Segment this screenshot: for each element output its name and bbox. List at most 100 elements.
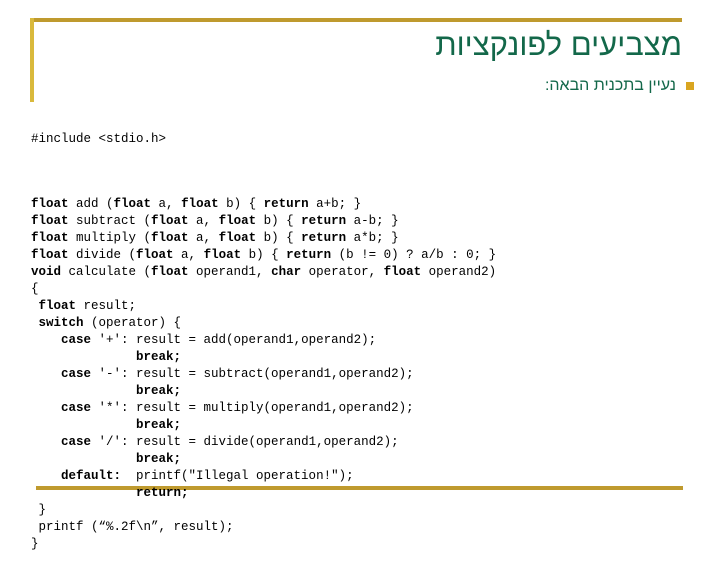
code-text: result; bbox=[76, 299, 137, 313]
slide-canvas: מצביעים לפונקציות נעיין בתכנית הבאה: #in… bbox=[0, 0, 720, 551]
code-line: default: printf("Illegal operation!"); bbox=[31, 468, 496, 485]
code-text: b) { bbox=[256, 231, 302, 245]
code-line: float divide (float a, float b) { return… bbox=[31, 247, 496, 264]
code-line: float multiply (float a, float b) { retu… bbox=[31, 230, 496, 247]
code-text: } bbox=[31, 503, 47, 517]
code-keyword: float bbox=[151, 265, 189, 279]
code-line: } bbox=[31, 502, 496, 519]
code-line: printf (“%.2f\n”, result); bbox=[31, 519, 496, 536]
code-line: case '/': result = divide(operand1,opera… bbox=[31, 434, 496, 451]
code-line: break; bbox=[31, 383, 496, 400]
code-keyword: break; bbox=[136, 418, 182, 432]
code-line: switch (operator) { bbox=[31, 315, 496, 332]
code-keyword: float bbox=[113, 197, 152, 211]
code-include-line: #include <stdio.h> bbox=[31, 132, 167, 146]
code-text: (operator) { bbox=[83, 316, 182, 330]
code-text: } bbox=[31, 537, 39, 551]
code-line: { bbox=[31, 281, 496, 298]
code-keyword: float bbox=[383, 265, 422, 279]
code-keyword: float bbox=[151, 231, 189, 245]
code-keyword: case bbox=[61, 333, 92, 347]
code-keyword: float bbox=[31, 248, 69, 262]
code-keyword: float bbox=[218, 214, 257, 228]
code-keyword: break; bbox=[136, 384, 182, 398]
code-text: printf (“%.2f\n”, result); bbox=[31, 520, 234, 534]
bullet-text: נעיין בתכנית הבאה: bbox=[544, 77, 676, 94]
code-text: '+': result = add(operand1,operand2); bbox=[91, 333, 377, 347]
code-keyword: void bbox=[31, 265, 62, 279]
code-keyword: switch bbox=[38, 316, 84, 330]
code-keyword: case bbox=[61, 401, 92, 415]
code-line: } bbox=[31, 536, 496, 553]
code-line: float add (float a, float b) { return a+… bbox=[31, 196, 496, 213]
code-text: add ( bbox=[68, 197, 114, 211]
code-text: a, bbox=[188, 231, 219, 245]
code-text: b) { bbox=[256, 214, 302, 228]
code-keyword: float bbox=[136, 248, 174, 262]
code-keyword: return bbox=[263, 197, 309, 211]
code-line: break; bbox=[31, 349, 496, 366]
code-line: float result; bbox=[31, 298, 496, 315]
bullet-row: נעיין בתכנית הבאה: bbox=[545, 76, 694, 96]
code-keyword: float bbox=[151, 214, 189, 228]
code-keyword: float bbox=[181, 197, 219, 211]
code-keyword: case bbox=[61, 435, 92, 449]
code-keyword: float bbox=[218, 231, 257, 245]
code-body: float add (float a, float b) { return a+… bbox=[31, 196, 496, 553]
code-text: operand1, bbox=[188, 265, 272, 279]
code-line: return; bbox=[31, 485, 496, 502]
code-text: divide ( bbox=[68, 248, 137, 262]
code-keyword: return; bbox=[136, 486, 189, 500]
code-keyword: float bbox=[31, 214, 69, 228]
code-keyword: case bbox=[61, 367, 92, 381]
code-text: a-b; } bbox=[346, 214, 399, 228]
code-keyword: float bbox=[31, 231, 69, 245]
code-text: operand2) bbox=[421, 265, 497, 279]
left-gold-rule bbox=[30, 18, 34, 102]
code-keyword: char bbox=[271, 265, 302, 279]
code-line: break; bbox=[31, 417, 496, 434]
code-keyword: return bbox=[301, 231, 347, 245]
code-text: a*b; } bbox=[346, 231, 399, 245]
code-line: case '*': result = multiply(operand1,ope… bbox=[31, 400, 496, 417]
square-bullet-icon bbox=[686, 82, 694, 90]
code-keyword: break; bbox=[136, 350, 182, 364]
code-text: b) { bbox=[241, 248, 287, 262]
code-text: (b != 0) ? a/b : 0; } bbox=[331, 248, 497, 262]
code-line: case '-': result = subtract(operand1,ope… bbox=[31, 366, 496, 383]
code-text: calculate ( bbox=[61, 265, 152, 279]
code-text: a, bbox=[188, 214, 219, 228]
code-text: printf("Illegal operation!"); bbox=[121, 469, 354, 483]
code-text: subtract ( bbox=[68, 214, 152, 228]
code-text: '-': result = subtract(operand1,operand2… bbox=[91, 367, 414, 381]
code-keyword: default: bbox=[61, 469, 122, 483]
code-line: case '+': result = add(operand1,operand2… bbox=[31, 332, 496, 349]
code-keyword: float bbox=[38, 299, 77, 313]
code-text: { bbox=[31, 282, 39, 296]
code-line: void calculate (float operand1, char ope… bbox=[31, 264, 496, 281]
slide-title: מצביעים לפונקציות bbox=[435, 27, 682, 62]
code-text: '*': result = multiply(operand1,operand2… bbox=[91, 401, 414, 415]
code-text: multiply ( bbox=[68, 231, 152, 245]
code-keyword: return bbox=[286, 248, 332, 262]
code-keyword: float bbox=[31, 197, 69, 211]
code-text: '/': result = divide(operand1,operand2); bbox=[91, 435, 399, 449]
code-text: a, bbox=[151, 197, 182, 211]
code-keyword: float bbox=[203, 248, 242, 262]
code-line: float subtract (float a, float b) { retu… bbox=[31, 213, 496, 230]
code-listing: #include <stdio.h> float add (float a, f… bbox=[31, 97, 496, 587]
code-keyword: return bbox=[301, 214, 347, 228]
code-text: a, bbox=[173, 248, 204, 262]
top-gold-rule bbox=[30, 18, 682, 22]
code-keyword: break; bbox=[136, 452, 182, 466]
code-line: break; bbox=[31, 451, 496, 468]
